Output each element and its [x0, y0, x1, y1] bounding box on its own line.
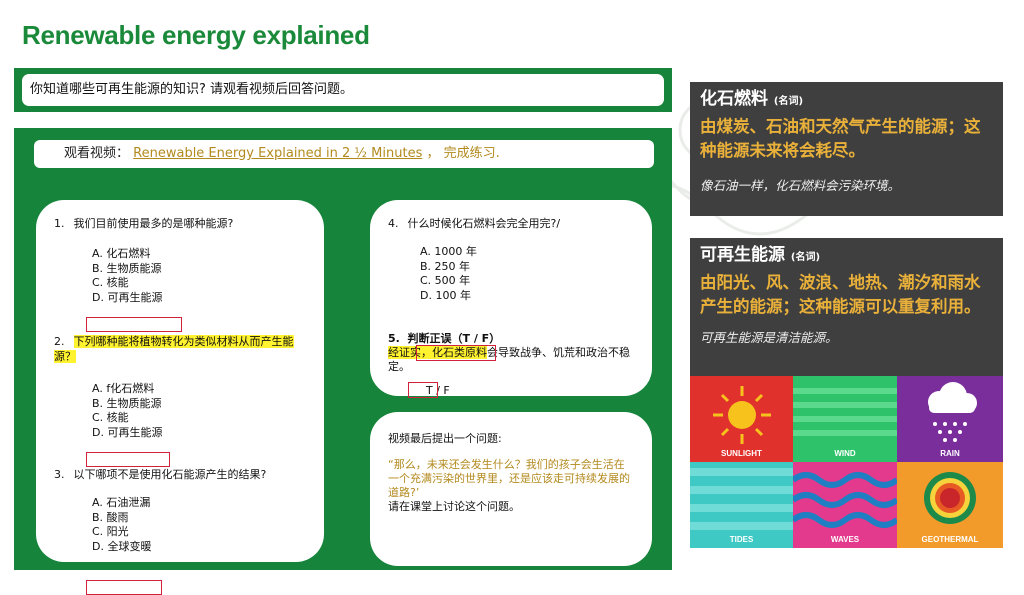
question-5-answer: T / F: [388, 382, 634, 398]
questions-card-left: 1. 我们目前使用最多的是哪种能源? A. 化石燃料 B. 生物质能源 C. 核…: [36, 200, 324, 595]
term: 可再生能源: [700, 245, 785, 265]
fossil-fuel-definition: 化石燃料 (名词) 由煤炭、石油和天然气产生的能源；这种能源未来将会耗尽。 像石…: [690, 82, 1003, 216]
closing-quote: “那么，未来还会发生什么？我们的孩子会生活在一个充满污染的世界里，还是应该走可持…: [388, 458, 630, 499]
answer-box: [86, 580, 162, 595]
question-1-options: A. 化石燃料 B. 生物质能源 C. 核能 D. 可再生能源: [54, 247, 306, 332]
option[interactable]: A. 石油泄漏: [92, 496, 306, 511]
video-link[interactable]: Renewable Energy Explained in 2 ½ Minute…: [133, 146, 422, 161]
tile-waves: WAVES: [793, 462, 897, 548]
option[interactable]: D. 可再生能源: [92, 426, 306, 441]
answer-box: [408, 382, 438, 398]
video-instruction: 观看视频： Renewable Energy Explained in 2 ½ …: [34, 140, 654, 168]
example-note: 像石油一样，化石燃料会污染环境。: [700, 178, 901, 193]
question-number: 3.: [54, 468, 65, 481]
question-number: 4.: [388, 217, 399, 230]
intro-text: 你知道哪些可再生能源的知识? 请观看视频后回答问题。: [22, 74, 664, 106]
option[interactable]: A. f化石燃料: [92, 382, 306, 397]
example-note: 可再生能源是清洁能源。: [700, 330, 838, 345]
question-3: 3. 以下哪项不是使用化石能源产生的结果?: [54, 467, 306, 482]
question-text: 以下哪项不是使用化石能源产生的结果?: [73, 468, 267, 481]
intro-frame: 你知道哪些可再生能源的知识? 请观看视频后回答问题。: [14, 68, 672, 112]
tile-wind: WIND: [793, 376, 897, 462]
option[interactable]: B. 生物质能源: [92, 262, 306, 277]
option[interactable]: D. 全球变暖: [92, 540, 306, 555]
question-text: 下列哪种能将植物转化为类似材料从而产生能源？: [54, 335, 294, 363]
tile-sunlight: SUNLIGHT: [690, 376, 793, 462]
option[interactable]: C. 核能: [92, 411, 306, 426]
renewable-energy-definition: 可再生能源 (名词) 由阳光、风、波浪、地热、潮汐和雨水产生的能源；这种能源可以…: [690, 238, 1003, 376]
tile-geothermal: GEOTHERMAL: [897, 462, 1003, 548]
questions-card-right: 4. 什么时候化石燃料会完全用完?/ A. 1000 年 B. 250 年 C.…: [370, 200, 652, 398]
question-label: 判断正误（T / F）: [407, 332, 501, 345]
question-4-options: A. 1000 年 B. 250 年 C. 500 年 D. 100 年: [388, 245, 634, 361]
page-title: Renewable energy explained: [22, 20, 370, 50]
tile-label: RAIN: [940, 449, 960, 458]
option[interactable]: C. 500 年: [420, 274, 634, 289]
question-5: 5. 判断正误（T / F）: [388, 331, 634, 346]
answer-box: [86, 317, 182, 332]
closing-question-card: 视频最后提出一个问题: “那么，未来还会发生什么？我们的孩子会生活在一个充满污染…: [370, 412, 652, 566]
answer-box: [86, 452, 170, 467]
tile-label: WIND: [834, 449, 856, 458]
option[interactable]: B. 酸雨: [92, 511, 306, 526]
option[interactable]: D. 100 年: [420, 289, 634, 304]
option[interactable]: D. 可再生能源: [92, 291, 306, 306]
option[interactable]: C. 核能: [92, 276, 306, 291]
question-number: 5.: [388, 332, 400, 345]
video-suffix: ， 完成练习.: [426, 146, 500, 161]
tile-label: SUNLIGHT: [721, 449, 762, 458]
definition: 由煤炭、石油和天然气产生的能源；这种能源未来将会耗尽。: [700, 117, 981, 160]
closing-instruction: 请在课堂上讨论这个问题。: [388, 500, 520, 513]
option[interactable]: C. 阳光: [92, 525, 306, 540]
question-4: 4. 什么时候化石燃料会完全用完?/: [388, 216, 634, 231]
question-number: 2.: [54, 335, 65, 348]
question-number: 1.: [54, 217, 65, 230]
part-of-speech: (名词): [790, 252, 821, 263]
question-text: 什么时候化石燃料会完全用完?/: [407, 217, 561, 230]
tile-label: WAVES: [830, 535, 860, 544]
answer-box: [416, 345, 496, 361]
option[interactable]: A. 化石燃料: [92, 247, 306, 262]
definition: 由阳光、风、波浪、地热、潮汐和雨水产生的能源；这种能源可以重复利用。: [700, 273, 981, 316]
tile-label: GEOTHERMAL: [921, 535, 979, 544]
energy-types-grid: SUNLIGHT WIND RAIN TIDES WAVES GEOTHERMA…: [690, 376, 1003, 548]
question-2: 2. 下列哪种能将植物转化为类似材料从而产生能源？: [54, 334, 306, 364]
question-text: 我们目前使用最多的是哪种能源?: [73, 217, 234, 230]
option[interactable]: B. 250 年: [420, 260, 634, 275]
tile-tides: TIDES: [690, 462, 793, 548]
question-1: 1. 我们目前使用最多的是哪种能源?: [54, 216, 306, 231]
tile-label: TIDES: [729, 535, 754, 544]
closing-intro: 视频最后提出一个问题:: [388, 432, 502, 445]
tile-rain: RAIN: [897, 376, 1003, 462]
question-3-options: A. 石油泄漏 B. 酸雨 C. 阳光 D. 全球变暖: [54, 496, 306, 595]
option[interactable]: A. 1000 年: [420, 245, 634, 260]
worksheet-frame: 观看视频： Renewable Energy Explained in 2 ½ …: [14, 128, 672, 595]
option[interactable]: B. 生物质能源: [92, 397, 306, 412]
video-prefix: 观看视频：: [64, 146, 130, 161]
term: 化石燃料: [700, 89, 768, 109]
part-of-speech: (名词): [773, 96, 804, 107]
question-2-options: A. f化石燃料 B. 生物质能源 C. 核能 D. 可再生能源: [54, 382, 306, 467]
